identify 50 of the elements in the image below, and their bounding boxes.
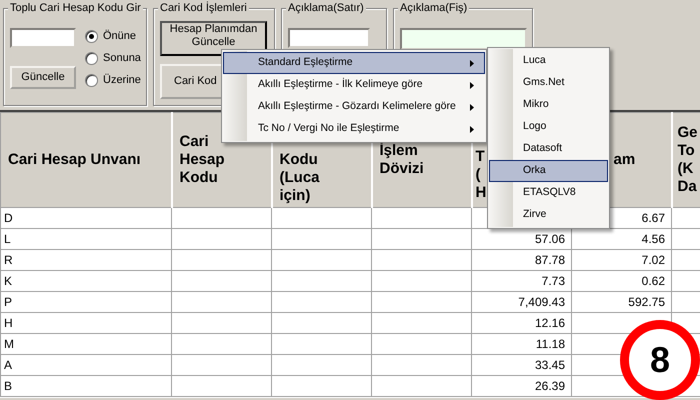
table-cell: 7.73 (472, 270, 572, 292)
table-cell: 26.39 (472, 376, 572, 396)
document-note-field[interactable] (400, 28, 527, 50)
column-header[interactable]: am (614, 151, 636, 169)
group-title: Açıklama(Fiş) (398, 2, 470, 15)
table-cell: 12.16 (472, 312, 572, 334)
table-cell: L (0, 228, 172, 250)
radio-button[interactable] (85, 52, 98, 64)
column-header[interactable]: Cari Hesap Kodu (180, 133, 225, 187)
group-title: Açıklama(Satır) (286, 2, 366, 15)
radio-button[interactable] (85, 30, 98, 42)
table-cell: 33.45 (472, 354, 572, 376)
table-cell: 7.02 (572, 250, 672, 270)
menu-item[interactable]: Luca (489, 50, 608, 72)
table-cell: 7,409.43 (472, 292, 572, 312)
line-note-field[interactable] (288, 28, 370, 48)
column-header[interactable]: Kodu (Luca için) (280, 151, 320, 205)
table-cell: D (0, 208, 172, 228)
menu-item[interactable]: Mikro (489, 94, 608, 116)
menu-item[interactable]: Standard Eşleştirme (223, 52, 485, 74)
table-cell: M (0, 334, 172, 354)
column-header[interactable]: İşlem Dövizi (380, 142, 424, 178)
table-cell: 11.18 (472, 334, 572, 354)
radio-label[interactable]: Önüne (103, 28, 136, 44)
radio-label[interactable]: Sonuna (103, 50, 141, 66)
table-cell: 0.62 (572, 270, 672, 292)
update-from-plan-button[interactable]: Hesap Planımdan Güncelle (160, 21, 267, 56)
menu-item[interactable]: Orka (489, 160, 608, 182)
group-title: Toplu Cari Hesap Kodu Gir (8, 2, 143, 15)
menu-item[interactable]: Datasoft (489, 138, 608, 160)
table-cell: B (0, 376, 172, 396)
radio-button[interactable] (85, 74, 98, 86)
group-title: Cari Kod İşlemleri (158, 2, 249, 15)
table-cell: H (0, 312, 172, 334)
code-input-field[interactable] (10, 28, 76, 48)
column-header[interactable]: T ( H (476, 148, 486, 202)
table-cell: A (0, 354, 172, 376)
update-button[interactable]: Güncelle (10, 66, 76, 89)
menu-item[interactable]: Gms.Net (489, 72, 608, 94)
menu-item[interactable]: ETASQLV8 (489, 182, 608, 204)
menu-item[interactable]: Tc No / Vergi No ile Eşleştirme (223, 118, 485, 140)
menu-item[interactable]: Akıllı Eşleştirme - Gözardı Kelimelere göre (223, 96, 485, 118)
menu-item[interactable]: Logo (489, 116, 608, 138)
table-cell: 592.75 (572, 292, 672, 312)
table-cell: R (0, 250, 172, 270)
table-cell: K (0, 270, 172, 292)
radio-label[interactable]: Üzerine (103, 72, 141, 88)
table-cell: P (0, 292, 172, 312)
table-cell: 87.78 (472, 250, 572, 270)
column-header[interactable]: Cari Hesap Unvanı (8, 151, 141, 169)
